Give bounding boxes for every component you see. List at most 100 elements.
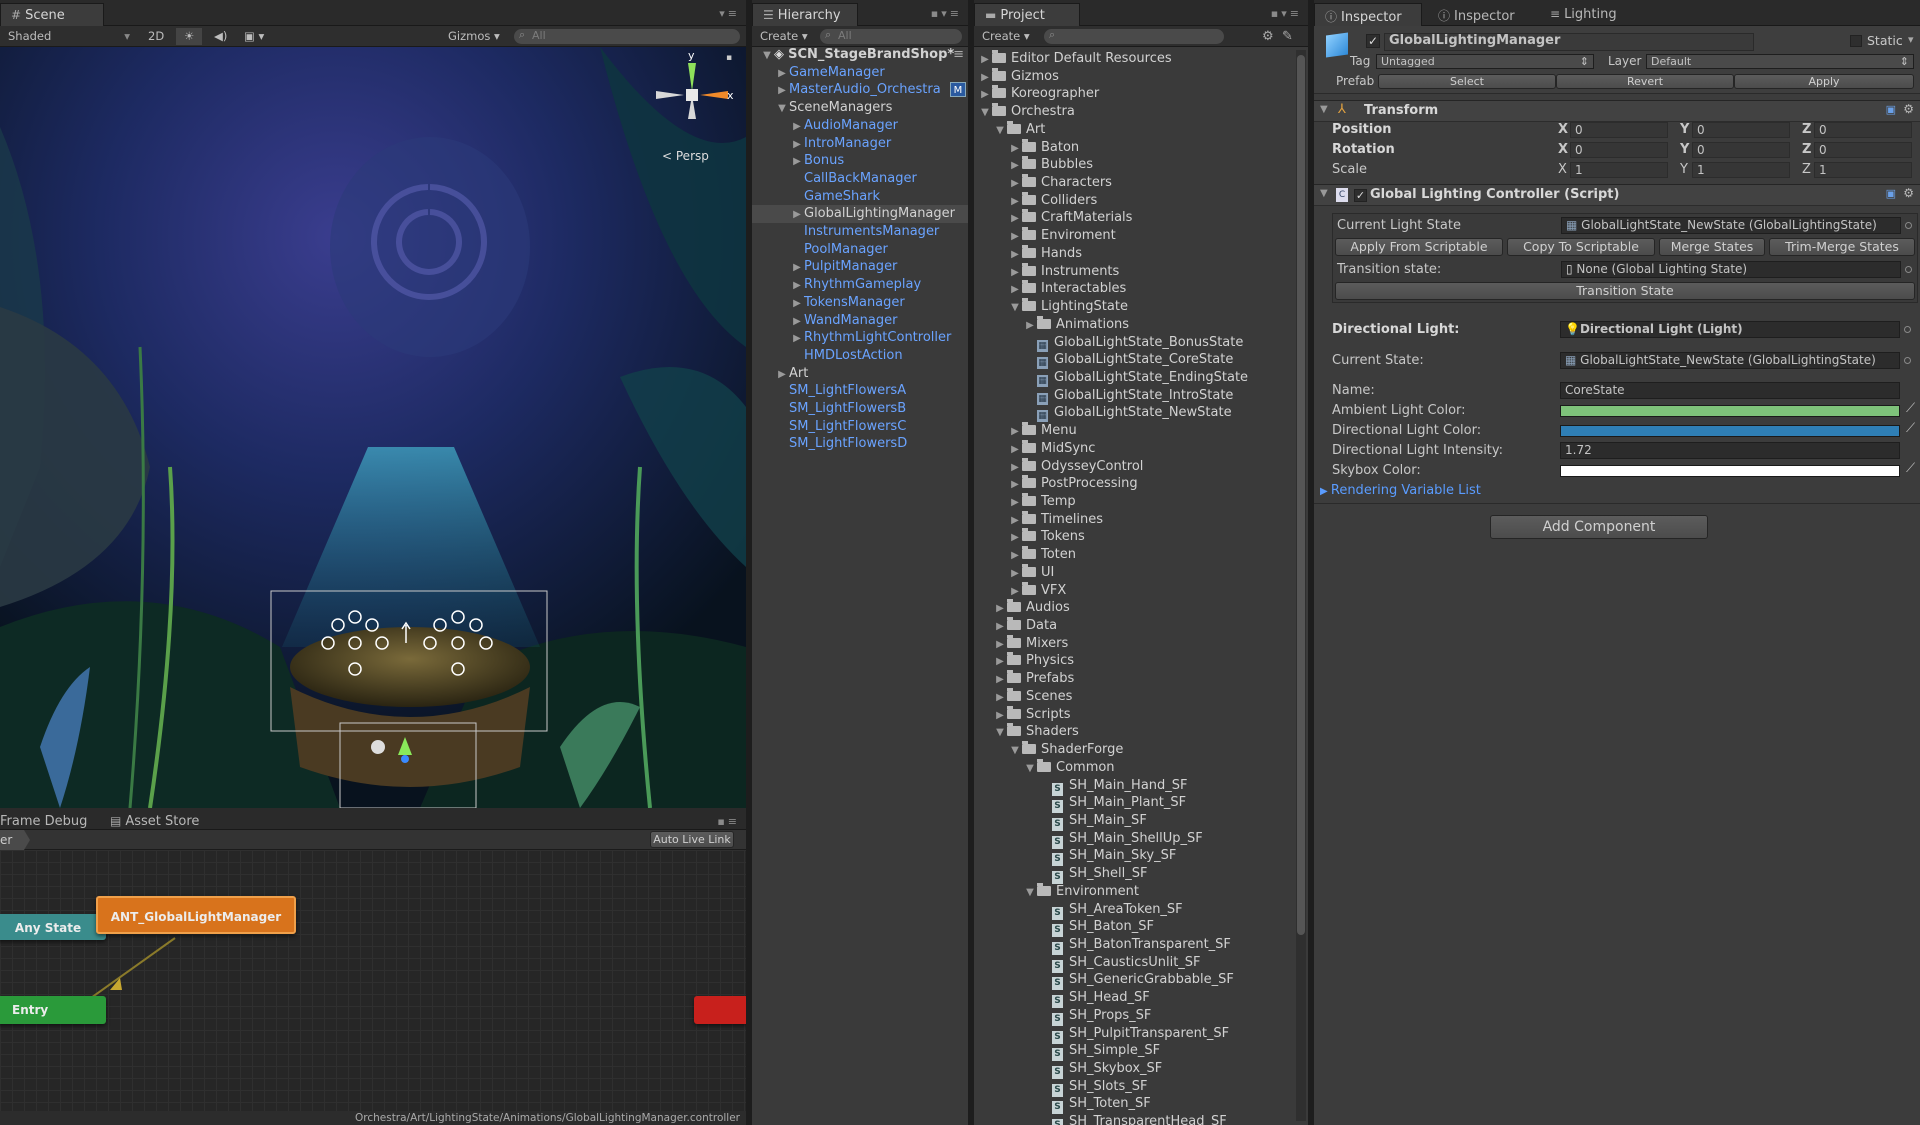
- tab-project[interactable]: ▬ Project: [974, 3, 1080, 26]
- splitter[interactable]: [1308, 0, 1314, 1125]
- transform-header[interactable]: ▼ ⅄ Transform ▣ ⚙: [1314, 100, 1920, 122]
- transition-state-field[interactable]: ▯ None (Global Lighting State): [1561, 261, 1901, 278]
- collapsed-arrow-icon[interactable]: ▶: [1008, 565, 1022, 583]
- project-item[interactable]: ▼ ShaderForge: [974, 741, 1294, 759]
- project-item[interactable]: ▼ Shaders: [974, 723, 1294, 741]
- project-item[interactable]: S SH_Props_SF: [974, 1007, 1294, 1026]
- scene-orientation-gizmo[interactable]: y x ▪ < Persp: [652, 49, 736, 163]
- scene-search-input[interactable]: All: [514, 28, 740, 44]
- eyedropper-icon[interactable]: ⟋: [1906, 461, 1915, 476]
- collapsed-arrow-icon[interactable]: ▶: [790, 277, 804, 295]
- collapsed-arrow-icon[interactable]: ▶: [1008, 264, 1022, 282]
- hierarchy-item[interactable]: SM_LightFlowersC: [752, 418, 968, 436]
- scene-lighting-toggle[interactable]: ☀: [176, 28, 202, 45]
- collapsed-arrow-icon[interactable]: ▶: [993, 636, 1007, 654]
- hierarchy-item[interactable]: ▶ TokensManager: [752, 294, 968, 312]
- project-item[interactable]: ▦ GlobalLightState_CoreState: [974, 351, 1294, 370]
- persp-label[interactable]: < Persp: [662, 149, 709, 163]
- object-picker-icon[interactable]: [1905, 266, 1912, 273]
- collapsed-arrow-icon[interactable]: ▶: [993, 689, 1007, 707]
- static-checkbox[interactable]: [1850, 35, 1862, 47]
- collapsed-arrow-icon[interactable]: ▶: [1008, 228, 1022, 246]
- project-scroll-thumb[interactable]: [1297, 55, 1305, 935]
- tab-inspector[interactable]: ⓘ Inspector: [1314, 3, 1422, 26]
- script-enabled-checkbox[interactable]: ✓: [1354, 189, 1367, 202]
- position-y-input[interactable]: 0: [1692, 122, 1790, 138]
- collapsed-arrow-icon[interactable]: ▶: [993, 600, 1007, 618]
- project-item[interactable]: ▼ Art: [974, 120, 1294, 139]
- auto-live-link-button[interactable]: Auto Live Link: [650, 831, 734, 848]
- hierarchy-item[interactable]: ▼ SceneManagers: [752, 99, 968, 117]
- hierarchy-item[interactable]: ▶ AudioManager: [752, 117, 968, 135]
- exit-node[interactable]: [694, 996, 746, 1024]
- project-item[interactable]: ▶ Bubbles: [974, 156, 1294, 174]
- hierarchy-item[interactable]: ▶ GlobalLightingManager: [752, 205, 968, 224]
- project-item[interactable]: S SH_Toten_SF: [974, 1095, 1294, 1115]
- hierarchy-item[interactable]: ▶ PulpitManager: [752, 258, 968, 276]
- hierarchy-item[interactable]: HMDLostAction: [752, 347, 968, 365]
- hierarchy-item[interactable]: ▼ ◈ SCN_StageBrandShop* ≡: [752, 46, 968, 64]
- project-item[interactable]: ▶ UI: [974, 563, 1294, 583]
- apply-from-scriptable-button[interactable]: Apply From Scriptable: [1335, 238, 1503, 256]
- ambient-light-color-field[interactable]: [1560, 405, 1900, 417]
- tab-scene[interactable]: # Scene: [0, 3, 104, 26]
- project-item[interactable]: ▶ Baton: [974, 138, 1294, 157]
- expanded-arrow-icon[interactable]: ▼: [993, 724, 1007, 742]
- collapsed-arrow-icon[interactable]: ▶: [790, 206, 804, 224]
- rotation-y-input[interactable]: 0: [1692, 142, 1790, 158]
- hierarchy-create-button[interactable]: Create ▾: [752, 28, 816, 45]
- current-light-state-field[interactable]: ▦ GlobalLightState_NewState (GlobalLight…: [1561, 217, 1901, 234]
- project-item[interactable]: S SH_Simple_SF: [974, 1042, 1294, 1062]
- project-item[interactable]: S SH_PulpitTransparent_SF: [974, 1025, 1294, 1044]
- hierarchy-item[interactable]: CallBackManager: [752, 170, 968, 188]
- hierarchy-item[interactable]: ▶ Bonus: [752, 152, 968, 170]
- scene-effects-dropdown[interactable]: ▣ ▾: [236, 28, 276, 45]
- splitter[interactable]: [746, 0, 752, 1125]
- project-item[interactable]: S SH_Main_Hand_SF: [974, 777, 1294, 796]
- transition-state-button[interactable]: Transition State: [1335, 282, 1915, 300]
- collapsed-arrow-icon[interactable]: ▶: [1023, 317, 1037, 335]
- gear-icon[interactable]: ⚙: [1903, 186, 1914, 200]
- hierarchy-item[interactable]: ▶ WandManager: [752, 312, 968, 330]
- collapsed-arrow-icon[interactable]: ▶: [1008, 193, 1022, 211]
- collapsed-arrow-icon[interactable]: ▶: [1008, 583, 1022, 601]
- project-item[interactable]: S SH_BatonTransparent_SF: [974, 936, 1294, 955]
- collapsed-arrow-icon[interactable]: ▶: [790, 136, 804, 154]
- scale-z-input[interactable]: 1: [1814, 162, 1912, 178]
- collapsed-arrow-icon[interactable]: ▶: [1008, 529, 1022, 547]
- collapsed-arrow-icon[interactable]: ▶: [978, 86, 992, 104]
- trim-merge-states-button[interactable]: Trim-Merge States: [1769, 238, 1915, 256]
- object-picker-icon[interactable]: [1904, 357, 1911, 364]
- hierarchy-item[interactable]: ▶ Art: [752, 365, 968, 383]
- eyedropper-icon[interactable]: ⟋: [1906, 401, 1915, 416]
- rotation-axis-y-label[interactable]: Y: [1680, 142, 1689, 157]
- expanded-arrow-icon[interactable]: ▼: [1008, 299, 1022, 317]
- copy-to-scriptable-button[interactable]: Copy To Scriptable: [1507, 238, 1655, 256]
- project-item[interactable]: ▶ Hands: [974, 244, 1294, 264]
- project-item[interactable]: ▶ Koreographer: [974, 85, 1294, 103]
- position-x-input[interactable]: 0: [1570, 122, 1668, 138]
- project-item[interactable]: ▶ Mixers: [974, 634, 1294, 654]
- any-state-node[interactable]: Any State: [0, 914, 106, 940]
- eyedropper-icon[interactable]: ⟋: [1906, 421, 1915, 436]
- collapsed-arrow-icon[interactable]: ▶: [1008, 157, 1022, 175]
- collapsed-arrow-icon[interactable]: ▶: [775, 65, 789, 83]
- project-item[interactable]: ▼ Orchestra: [974, 103, 1294, 121]
- project-item[interactable]: ▶ Tokens: [974, 528, 1294, 546]
- project-item[interactable]: ▼ LightingState: [974, 298, 1294, 316]
- project-item[interactable]: ▶ Audios: [974, 599, 1294, 617]
- project-item[interactable]: ▶ Physics: [974, 652, 1294, 670]
- project-item[interactable]: S SH_Main_Plant_SF: [974, 794, 1294, 814]
- chevron-down-icon[interactable]: ▾: [1908, 33, 1914, 46]
- panel-menu-icon[interactable]: ▪≡: [717, 815, 740, 828]
- object-picker-icon[interactable]: [1905, 222, 1912, 229]
- collapsed-arrow-icon[interactable]: ▶: [1008, 494, 1022, 512]
- collapsed-arrow-icon[interactable]: ▶: [1008, 246, 1022, 264]
- hierarchy-item[interactable]: GameShark: [752, 188, 968, 206]
- project-item[interactable]: ▶ Colliders: [974, 191, 1294, 211]
- project-item[interactable]: S SH_Main_SF: [974, 812, 1294, 831]
- collapsed-arrow-icon[interactable]: ▶: [775, 82, 789, 100]
- hierarchy-item[interactable]: ▶ GameManager: [752, 64, 968, 82]
- collapsed-arrow-icon[interactable]: ▶: [1008, 547, 1022, 565]
- collapsed-arrow-icon[interactable]: ▶: [978, 69, 992, 87]
